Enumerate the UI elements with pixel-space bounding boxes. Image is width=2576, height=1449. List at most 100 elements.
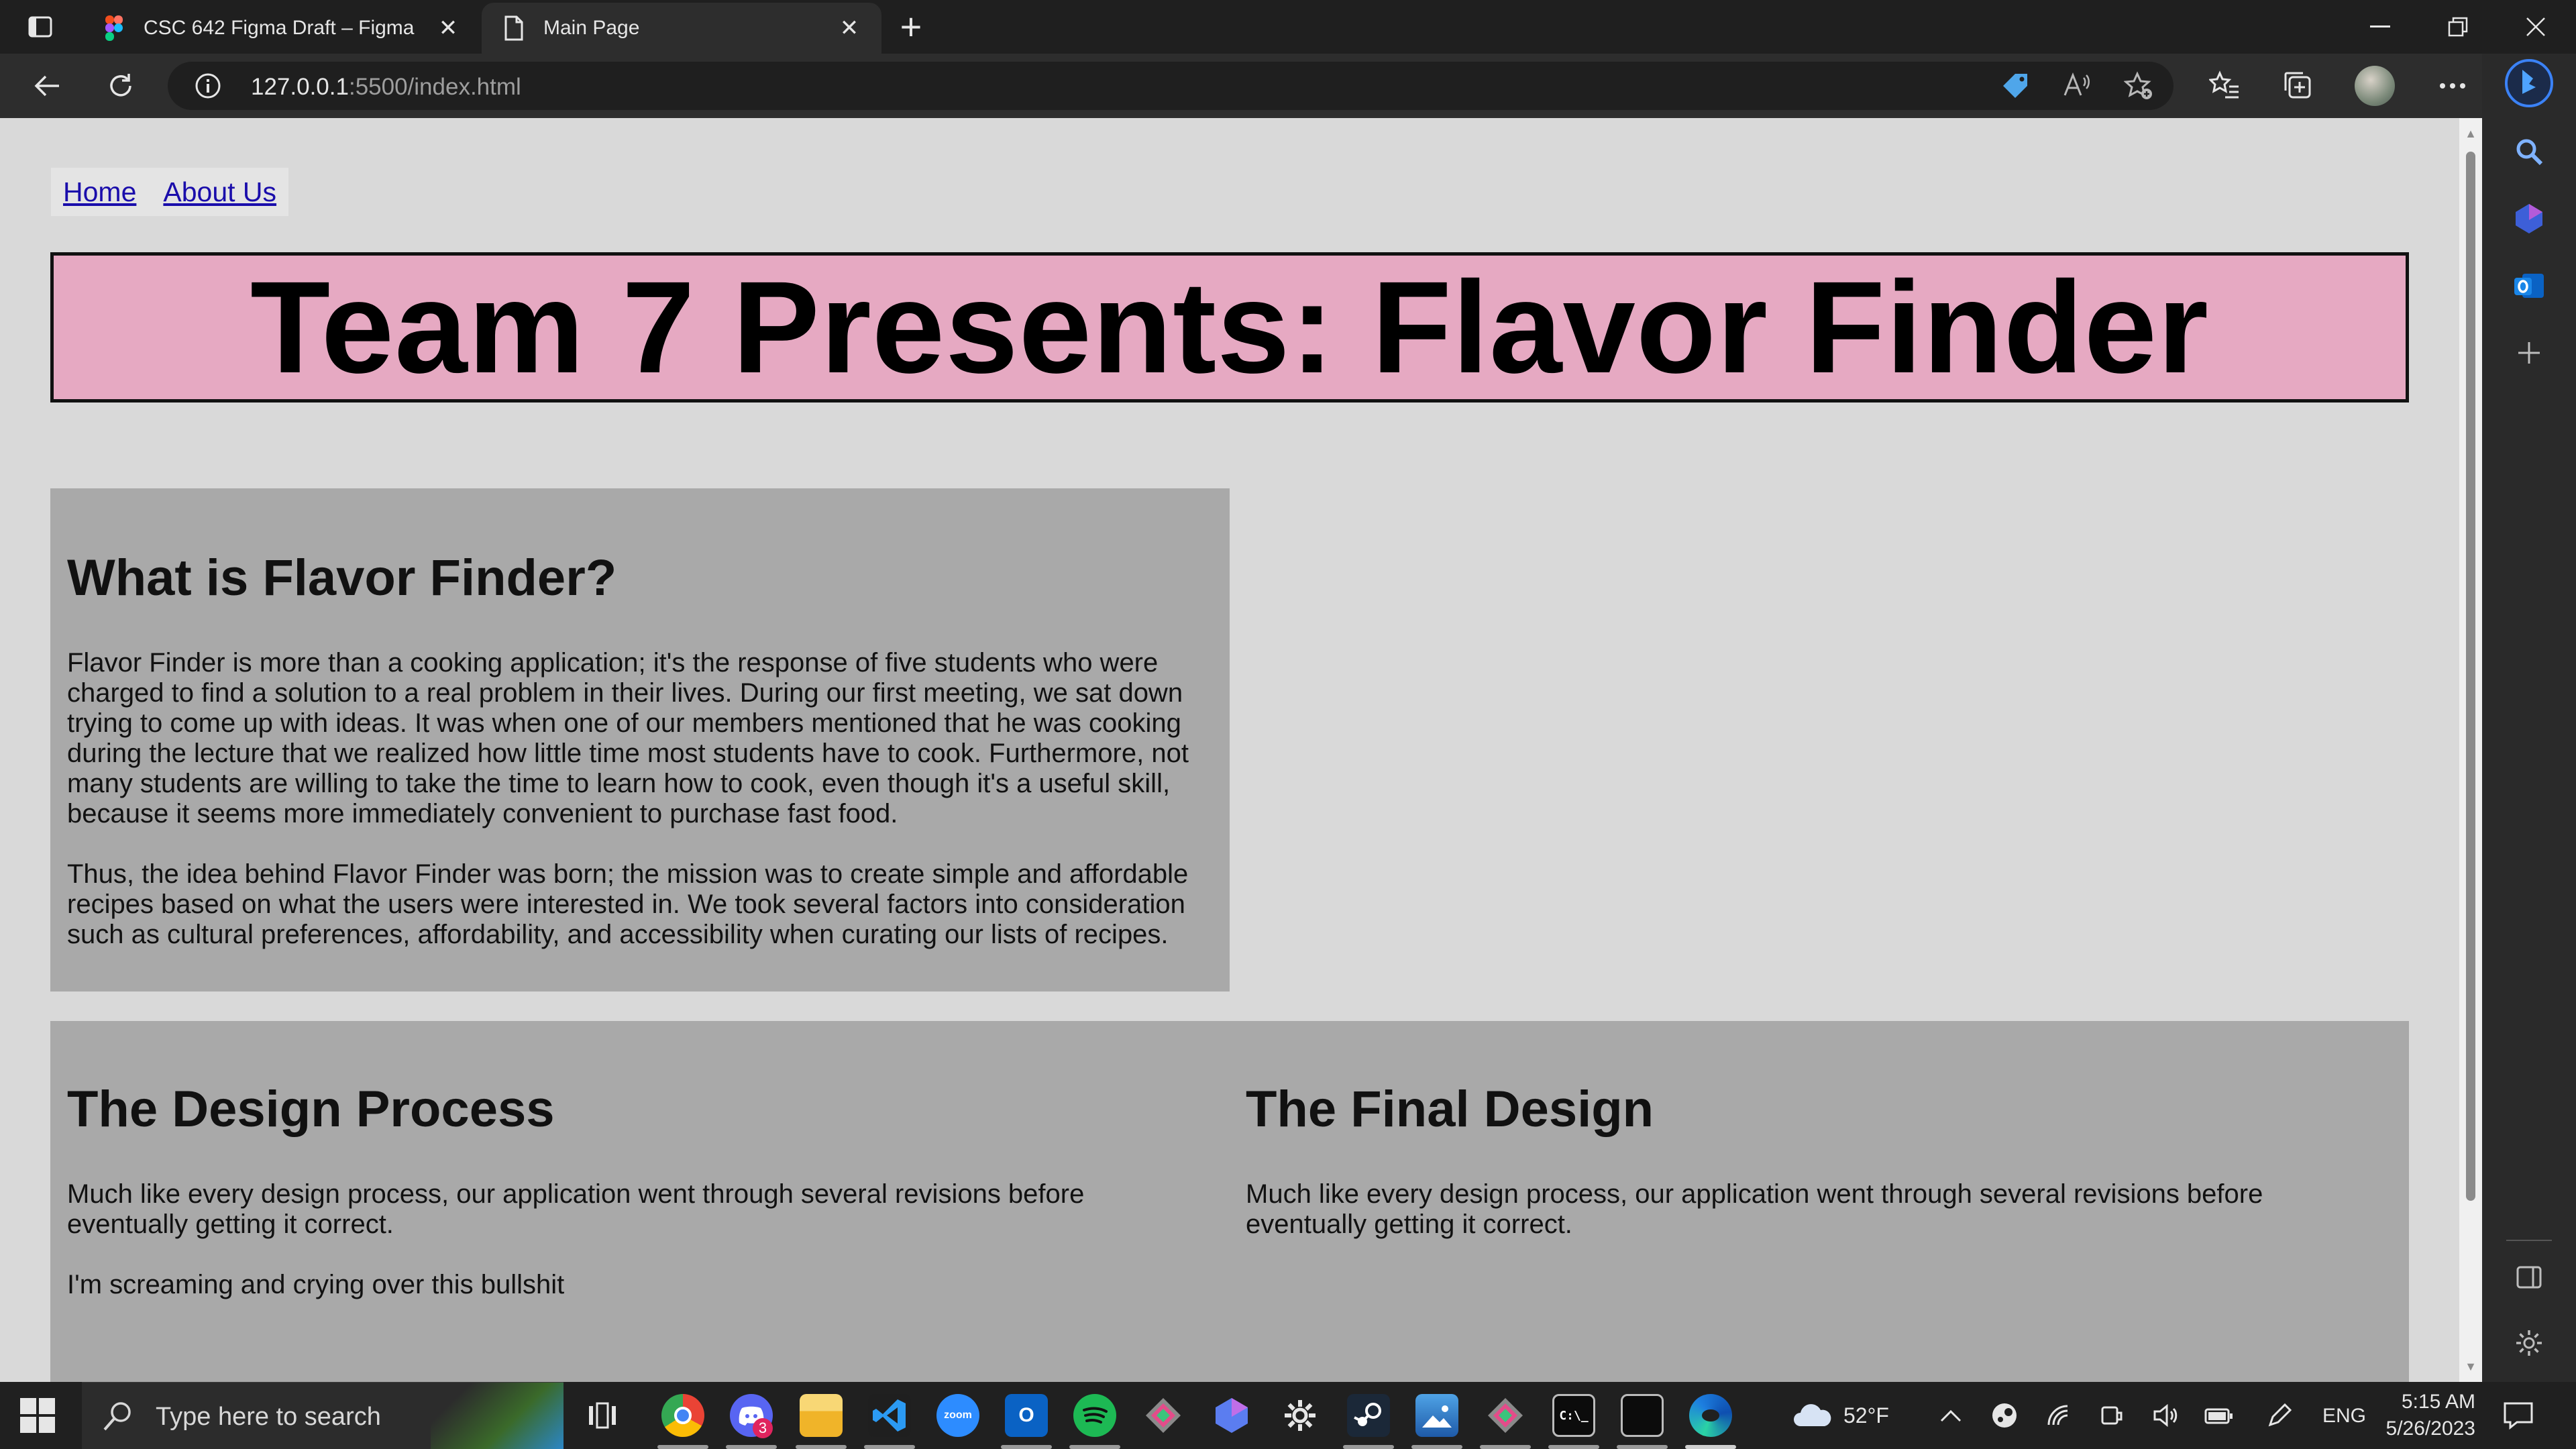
refresh-icon[interactable] — [101, 66, 141, 106]
back-arrow-icon[interactable] — [27, 66, 67, 106]
wifi-icon[interactable] — [2043, 1401, 2073, 1430]
bing-chat-icon[interactable] — [2504, 58, 2555, 109]
read-aloud-icon[interactable] — [2062, 71, 2092, 101]
url-path: :5500/index.html — [348, 74, 521, 100]
weather-temperature[interactable]: 52°F — [1843, 1403, 1889, 1428]
favorites-icon[interactable] — [2204, 66, 2245, 106]
edge-sidebar — [2482, 54, 2576, 1382]
more-options-icon[interactable] — [2432, 66, 2473, 106]
search-icon — [102, 1400, 134, 1432]
address-bar[interactable]: 127.0.0.1:5500/index.html — [168, 62, 2174, 110]
running-indicator — [1617, 1445, 1668, 1449]
volume-icon[interactable] — [2151, 1401, 2180, 1430]
running-indicator — [1411, 1445, 1462, 1449]
search-icon[interactable] — [2509, 131, 2549, 172]
tab-strip: CSC 642 Figma Draft – Figma ✕ Main Page … — [0, 0, 2576, 54]
about-section: What is Flavor Finder? Flavor Finder is … — [50, 488, 1230, 991]
chevron-up-icon[interactable] — [1936, 1401, 1966, 1430]
design-process-paragraph: Much like every design process, our appl… — [67, 1179, 1085, 1239]
site-info-icon[interactable] — [195, 72, 221, 99]
new-tab-button[interactable]: + — [892, 8, 930, 47]
edge-browser-icon[interactable] — [1689, 1394, 1732, 1437]
sidebar-divider — [2506, 1240, 2552, 1241]
battery-icon[interactable] — [2204, 1401, 2234, 1430]
task-view-icon[interactable] — [588, 1401, 617, 1430]
sidebar-settings-gear-icon[interactable] — [2509, 1323, 2549, 1363]
settings-gear-icon[interactable] — [1279, 1394, 1322, 1437]
running-indicator — [657, 1445, 708, 1449]
notifications-icon[interactable] — [2502, 1399, 2534, 1432]
tab-title: CSC 642 Figma Draft – Figma — [144, 17, 415, 39]
cloudy-weather-icon[interactable] — [1791, 1401, 1834, 1430]
terminal-icon[interactable]: C:\_ — [1552, 1394, 1595, 1437]
git-tool-icon[interactable] — [1142, 1394, 1185, 1437]
design-process-paragraph: I'm screaming and crying over this bulls… — [67, 1269, 565, 1299]
steam-icon[interactable] — [1347, 1394, 1390, 1437]
page-scrollbar[interactable]: ▲ ▼ — [2459, 118, 2482, 1382]
spotify-icon[interactable] — [1073, 1394, 1116, 1437]
running-indicator — [1001, 1445, 1052, 1449]
clock-date: 5/26/2023 — [2385, 1417, 2475, 1440]
browser-toolbar: 127.0.0.1:5500/index.html — [0, 54, 2576, 118]
search-placeholder: Type here to search — [156, 1403, 381, 1431]
running-indicator — [1480, 1445, 1531, 1449]
profile-avatar[interactable] — [2355, 66, 2395, 106]
close-window-button[interactable] — [2497, 0, 2575, 54]
search-highlight-image — [431, 1383, 564, 1449]
taskbar-clock[interactable]: 5:15 AM 5/26/2023 — [2355, 1389, 2475, 1442]
pen-icon[interactable] — [2265, 1401, 2294, 1430]
notification-badge: 3 — [753, 1418, 773, 1438]
close-tab-icon[interactable]: ✕ — [836, 15, 863, 42]
running-indicator — [796, 1445, 847, 1449]
restore-button[interactable] — [2419, 0, 2497, 54]
tab-main-page[interactable]: Main Page ✕ — [482, 3, 881, 54]
hide-sidebar-icon[interactable] — [2509, 1257, 2549, 1297]
photos-icon[interactable] — [1415, 1394, 1458, 1437]
tab-figma[interactable]: CSC 642 Figma Draft – Figma ✕ — [82, 3, 480, 54]
nav-link-about-us[interactable]: About Us — [163, 176, 276, 208]
copilot-icon[interactable] — [2509, 199, 2549, 239]
scroll-down-arrow-icon[interactable]: ▼ — [2465, 1360, 2477, 1373]
add-sidebar-app-icon[interactable] — [2509, 333, 2549, 373]
shopping-tag-icon[interactable] — [2000, 71, 2030, 101]
outlook-icon[interactable]: O — [1005, 1394, 1048, 1437]
site-nav: Home About Us — [51, 168, 289, 216]
design-section: The Design Process Much like every desig… — [50, 1021, 2409, 1382]
display-icon[interactable] — [2097, 1401, 2127, 1430]
about-paragraph: Thus, the idea behind Flavor Finder was … — [67, 859, 1189, 949]
clock-time: 5:15 AM — [2401, 1391, 2475, 1413]
zoom-icon[interactable]: zoom — [936, 1394, 979, 1437]
scrollbar-thumb[interactable] — [2466, 152, 2475, 1201]
vscode-icon[interactable] — [868, 1394, 911, 1437]
minimize-button[interactable] — [2341, 0, 2419, 54]
tab-title: Main Page — [543, 17, 640, 39]
url-host: 127.0.0.1 — [251, 74, 349, 100]
collections-icon[interactable] — [2278, 66, 2318, 106]
scroll-up-arrow-icon[interactable]: ▲ — [2465, 127, 2477, 140]
page-icon — [500, 15, 527, 42]
tab-actions-icon[interactable] — [20, 7, 60, 47]
steam-tray-icon[interactable] — [1990, 1401, 2019, 1430]
git-tool-icon[interactable] — [1484, 1394, 1527, 1437]
chrome-icon[interactable] — [661, 1394, 704, 1437]
outlook-icon[interactable] — [2509, 266, 2549, 306]
running-indicator — [864, 1445, 915, 1449]
about-paragraph: Flavor Finder is more than a cooking app… — [67, 647, 1189, 828]
url-text: 127.0.0.1:5500/index.html — [251, 74, 521, 101]
final-design-column: The Final Design Much like every design … — [1246, 1081, 2386, 1270]
taskbar-search-box[interactable]: Type here to search — [82, 1382, 564, 1449]
nav-link-home[interactable]: Home — [63, 176, 136, 208]
final-design-paragraph: Much like every design process, our appl… — [1246, 1179, 2263, 1239]
terminal-icon[interactable] — [1621, 1394, 1664, 1437]
hero-banner: Team 7 Presents: Flavor Finder — [50, 252, 2409, 402]
close-tab-icon[interactable]: ✕ — [435, 15, 462, 42]
page-viewport: Home About Us Team 7 Presents: Flavor Fi… — [0, 118, 2459, 1382]
figma-icon — [101, 15, 127, 42]
design-process-heading: The Design Process — [67, 1081, 555, 1138]
copilot-app-icon[interactable] — [1210, 1394, 1253, 1437]
running-indicator — [726, 1445, 777, 1449]
file-explorer-icon[interactable] — [800, 1394, 843, 1437]
add-favorite-icon[interactable] — [2124, 71, 2153, 101]
about-heading: What is Flavor Finder? — [67, 549, 617, 606]
windows-start-icon[interactable] — [20, 1398, 55, 1433]
